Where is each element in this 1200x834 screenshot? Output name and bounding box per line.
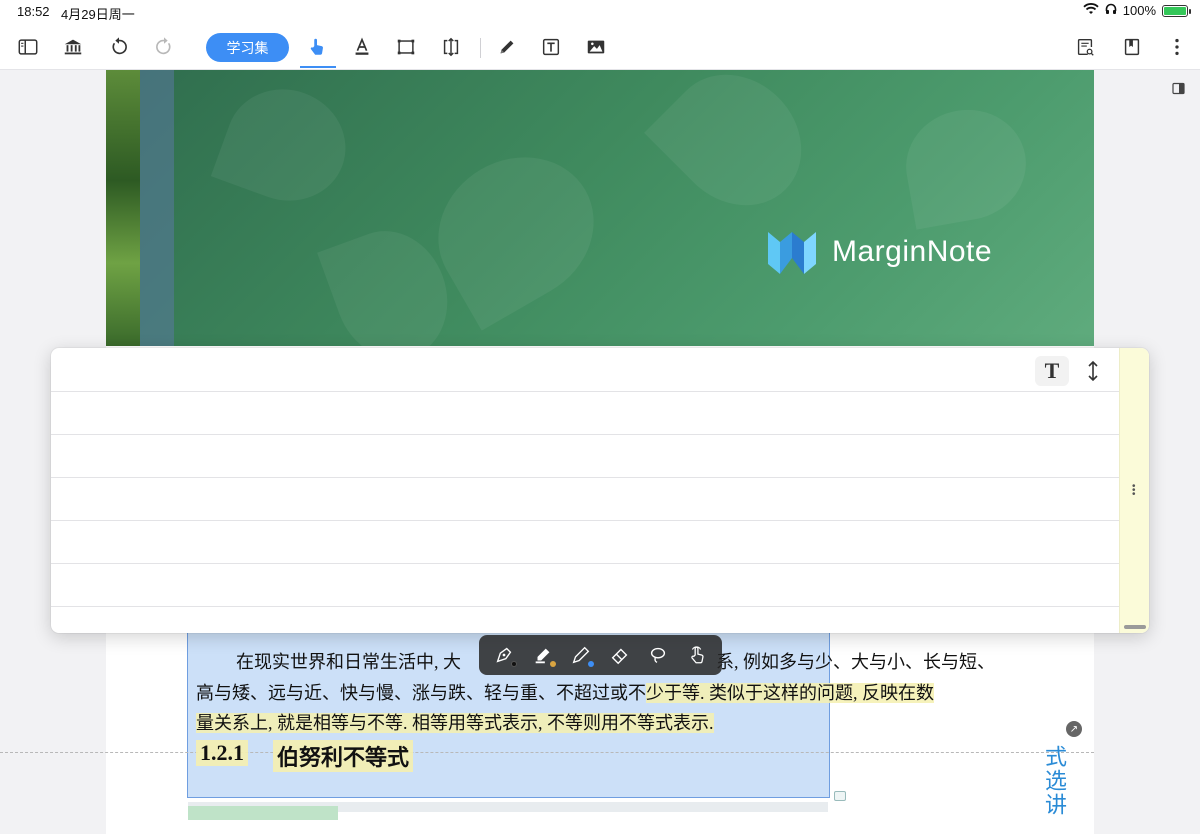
study-set-button[interactable]: 学习集 bbox=[206, 33, 289, 62]
main-toolbar: 学习集 bbox=[0, 24, 1200, 70]
section-number[interactable]: 1.2.1 bbox=[196, 740, 248, 766]
pen-tool-icon[interactable] bbox=[489, 640, 519, 670]
note-lines bbox=[51, 348, 1119, 633]
cover-leaf-pattern bbox=[210, 72, 362, 218]
clock: 18:52 bbox=[17, 4, 50, 19]
bookmark-icon[interactable] bbox=[1117, 32, 1147, 62]
image-icon[interactable] bbox=[581, 32, 611, 62]
active-tool-indicator bbox=[300, 66, 336, 68]
paragraph-line-1b: 系, 例如多与少、大与小、长与短、 bbox=[716, 652, 995, 672]
rect-select-icon[interactable] bbox=[391, 32, 421, 62]
date: 4月29日周一 bbox=[61, 7, 135, 22]
note-ruled-line bbox=[51, 563, 1119, 564]
toolbar-divider bbox=[480, 38, 481, 58]
section-title[interactable]: 伯努利不等式 bbox=[273, 740, 414, 772]
highlighter-icon[interactable] bbox=[528, 640, 558, 670]
redo-icon[interactable] bbox=[149, 32, 179, 62]
next-excerpt-highlight bbox=[188, 806, 338, 820]
marginnote-logo: MarginNote bbox=[766, 228, 992, 276]
note-ruled-line bbox=[51, 477, 1119, 478]
cover-leaf-pattern bbox=[644, 70, 828, 232]
marker-color-dot bbox=[588, 661, 595, 667]
cover-photo-strip bbox=[106, 70, 140, 346]
paragraph-line-2a: 高与矮、远与近、快与慢、涨与跌、轻与重、不超过或不 bbox=[196, 683, 646, 703]
marginnote-logo-icon bbox=[768, 232, 816, 274]
textbox-icon[interactable] bbox=[536, 32, 566, 62]
wifi-icon bbox=[1083, 3, 1099, 18]
marker-icon[interactable] bbox=[566, 640, 596, 670]
battery-label: 100% bbox=[1122, 3, 1156, 18]
note-ruled-line bbox=[51, 520, 1119, 521]
pen-toolbar bbox=[479, 635, 722, 675]
headphones-icon bbox=[1105, 3, 1117, 18]
search-doc-icon[interactable] bbox=[1070, 32, 1100, 62]
status-icons: 100% bbox=[1083, 3, 1191, 18]
battery-icon bbox=[1162, 4, 1191, 17]
eraser-icon[interactable] bbox=[605, 640, 635, 670]
pen-icon[interactable] bbox=[492, 32, 522, 62]
undo-icon[interactable] bbox=[104, 32, 134, 62]
highlighted-text[interactable]: 少于等. 类似于这样的问题, 反映在数 bbox=[646, 683, 934, 703]
note-ruled-line bbox=[51, 606, 1119, 607]
panel-toggle-icon[interactable] bbox=[1172, 82, 1186, 96]
cover-leaf-pattern bbox=[897, 100, 1035, 230]
cover-spine-band bbox=[140, 70, 174, 346]
paragraph-line-3: 量关系上, 就是相等与不等. 相等用等式表示, 不等则用不等式表示. bbox=[196, 709, 714, 735]
status-bar: 18:52 4月29日周一 100% bbox=[0, 0, 1200, 24]
hand-icon[interactable] bbox=[302, 32, 332, 62]
chapter-side-title: 式选讲 bbox=[1042, 745, 1067, 817]
note-ruled-line bbox=[51, 391, 1119, 392]
note-card[interactable]: T • • • bbox=[51, 348, 1149, 633]
note-side-handle[interactable]: • • • bbox=[1119, 348, 1149, 633]
resize-handle[interactable] bbox=[1124, 625, 1146, 629]
note-ruled-line bbox=[51, 434, 1119, 435]
comment-icon[interactable] bbox=[834, 791, 846, 801]
sidebar-icon[interactable] bbox=[13, 32, 43, 62]
crop-icon[interactable] bbox=[436, 32, 466, 62]
text-mode-button[interactable]: T bbox=[1035, 356, 1069, 386]
page-break-line bbox=[0, 752, 1094, 753]
resize-vertical-icon[interactable] bbox=[1079, 356, 1107, 386]
drag-dots-icon[interactable]: • • • bbox=[1132, 482, 1136, 500]
highlighter-color-dot bbox=[549, 661, 556, 667]
more-icon[interactable] bbox=[1162, 32, 1192, 62]
touch-icon[interactable] bbox=[682, 640, 712, 670]
pen-color-dot bbox=[511, 661, 518, 667]
highlighted-text[interactable]: 量关系上, 就是相等与不等. 相等用等式表示, 不等则用不等式表示. bbox=[196, 713, 714, 733]
paragraph-line-2: 高与矮、远与近、快与慢、涨与跌、轻与重、不超过或不少于等. 类似于这样的问题, … bbox=[196, 679, 934, 705]
library-icon[interactable] bbox=[58, 32, 88, 62]
brand-name: MarginNote bbox=[832, 235, 993, 268]
book-cover: MarginNote bbox=[106, 70, 1094, 346]
link-arrow-icon[interactable]: ↗ bbox=[1066, 721, 1082, 737]
lasso-icon[interactable] bbox=[643, 640, 673, 670]
paragraph-line-1a: 在现实世界和日常生活中, 大 bbox=[236, 652, 461, 672]
text-highlight-icon[interactable] bbox=[347, 32, 377, 62]
